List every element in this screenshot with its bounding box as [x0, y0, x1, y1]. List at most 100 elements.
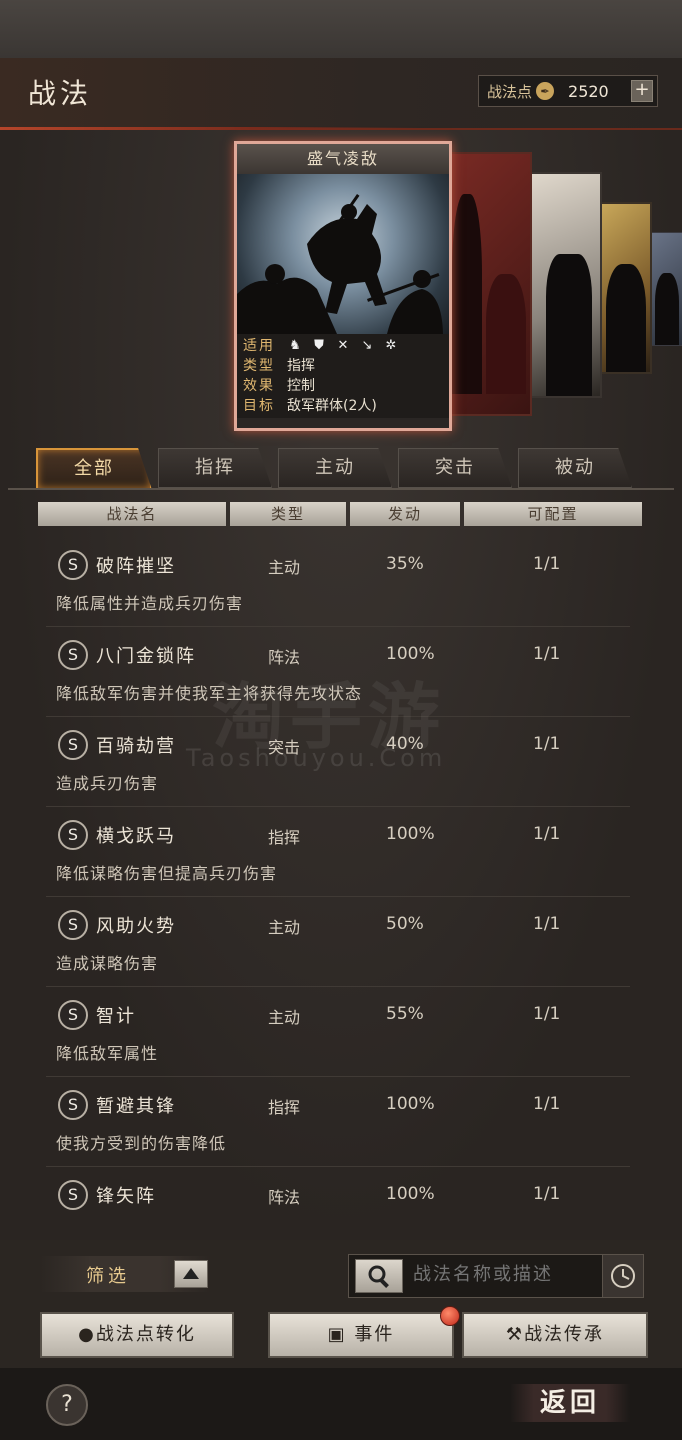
skill-card-5[interactable]	[650, 232, 682, 346]
skill-config: 1/1	[533, 1184, 561, 1204]
grade-badge: S	[58, 820, 88, 850]
help-button[interactable]: ?	[46, 1384, 88, 1426]
card-key: 目标	[243, 398, 275, 414]
grade-badge: S	[58, 1000, 88, 1030]
tab-command[interactable]: 指挥	[158, 448, 272, 488]
list-item[interactable]: S 暂避其锋 指挥 100% 1/1 使我方受到的伤害降低	[46, 1078, 630, 1167]
skill-trigger: 55%	[386, 1004, 424, 1024]
tab-passive[interactable]: 被动	[518, 448, 632, 488]
top-decor-band	[0, 0, 682, 58]
skill-name: 八门金锁阵	[96, 646, 196, 667]
list-item[interactable]: S 锋矢阵 阵法 100% 1/1	[46, 1168, 630, 1226]
add-points-button[interactable]: +	[631, 80, 653, 102]
card-value: 指挥	[287, 358, 315, 374]
grade-badge: S	[58, 1090, 88, 1120]
list-item[interactable]: S 智计 主动 55% 1/1 降低敌军属性	[46, 988, 630, 1077]
tab-active[interactable]: 主动	[278, 448, 392, 488]
card-key: 类型	[243, 358, 275, 374]
column-header-type[interactable]: 类型	[230, 502, 346, 526]
back-button[interactable]: 返回	[510, 1384, 630, 1422]
skill-config: 1/1	[533, 734, 561, 754]
skill-name: 风助火势	[96, 916, 176, 937]
skill-type: 主动	[268, 558, 301, 577]
search-input[interactable]	[411, 1263, 595, 1286]
skill-desc: 降低属性并造成兵刃伤害	[56, 594, 244, 613]
skill-type: 指挥	[268, 1098, 301, 1117]
filter-label: 筛选	[86, 1266, 130, 1287]
category-tabs: 全部 指挥 主动 突击 被动	[36, 448, 632, 490]
column-header-trigger[interactable]: 发动	[350, 502, 460, 526]
skill-config: 1/1	[533, 824, 561, 844]
card-row-type: 类型 指挥	[243, 356, 443, 376]
inherit-button[interactable]: ⚒战法传承	[462, 1312, 648, 1358]
card-artwork	[237, 174, 449, 334]
skill-desc: 使我方受到的伤害降低	[56, 1134, 227, 1153]
card-info: 适用 ♞ ⛊ ✕ ↘ ✲ 类型 指挥 效果 控制 目标 敌军群体(2人)	[237, 334, 449, 418]
skill-type: 阵法	[268, 1188, 301, 1207]
skill-desc: 造成谋略伤害	[56, 954, 159, 973]
list-item[interactable]: S 破阵摧坚 主动 35% 1/1 降低属性并造成兵刃伤害	[46, 538, 630, 627]
convert-label: 战法点转化	[95, 1324, 196, 1345]
grade-badge: S	[58, 910, 88, 940]
skill-card-3[interactable]	[528, 172, 602, 398]
clock-icon	[611, 1264, 635, 1288]
feather-coin-icon: ✒	[536, 82, 555, 100]
applicable-unit-icons: ♞ ⛊ ✕ ↘ ✲	[287, 336, 399, 356]
tab-assault[interactable]: 突击	[398, 448, 512, 488]
card-key: 效果	[243, 378, 275, 394]
bow-icon: ✕	[337, 338, 349, 353]
drop-icon: ●	[78, 1324, 96, 1345]
skill-desc: 降低敌军属性	[56, 1044, 159, 1063]
grade-badge: S	[58, 730, 88, 760]
hammer-icon: ⚒	[505, 1324, 525, 1345]
convert-points-button[interactable]: ●战法点转化	[40, 1312, 234, 1358]
skill-desc: 降低谋略伤害但提高兵刃伤害	[56, 864, 278, 883]
alert-icon: ▣	[327, 1324, 355, 1345]
skill-points-panel: 战法点 ✒ 2520 +	[478, 75, 658, 107]
skill-name: 横戈跃马	[96, 826, 176, 847]
card-skill-name: 盛气凌敌	[237, 144, 449, 174]
skill-name: 破阵摧坚	[96, 556, 176, 577]
skill-points-label: 战法点	[487, 82, 533, 101]
history-clock-icon[interactable]	[602, 1255, 643, 1297]
search-icon[interactable]	[355, 1259, 403, 1293]
skill-trigger: 100%	[386, 824, 435, 844]
skill-trigger: 50%	[386, 914, 424, 934]
skill-type: 主动	[268, 1008, 301, 1027]
wheel-icon: ✲	[385, 338, 397, 353]
tab-all[interactable]: 全部	[36, 448, 152, 490]
skill-config: 1/1	[533, 554, 561, 574]
column-header-config[interactable]: 可配置	[464, 502, 642, 526]
magnifier-icon	[368, 1265, 389, 1288]
card-row-applicable: 适用 ♞ ⛊ ✕ ↘ ✲	[243, 336, 443, 356]
skill-list: S 破阵摧坚 主动 35% 1/1 降低属性并造成兵刃伤害 S 八门金锁阵 阵法…	[0, 538, 682, 1226]
skill-config: 1/1	[533, 1004, 561, 1024]
skill-trigger: 35%	[386, 554, 424, 574]
filter-control[interactable]: 筛选	[40, 1256, 210, 1292]
skill-config: 1/1	[533, 1094, 561, 1114]
column-header-name[interactable]: 战法名	[38, 502, 226, 526]
shield-icon: ⛊	[314, 338, 324, 353]
card-row-target: 目标 敌军群体(2人)	[243, 396, 443, 416]
list-item[interactable]: S 横戈跃马 指挥 100% 1/1 降低谋略伤害但提高兵刃伤害	[46, 808, 630, 897]
skill-trigger: 100%	[386, 1094, 435, 1114]
tab-divider	[8, 488, 674, 490]
skill-desc: 造成兵刃伤害	[56, 774, 159, 793]
skill-points-value: 2520	[568, 81, 609, 101]
card-row-effect: 效果 控制	[243, 376, 443, 396]
page-title: 战法	[28, 77, 93, 110]
skill-type: 指挥	[268, 828, 301, 847]
list-item[interactable]: S 风助火势 主动 50% 1/1 造成谋略伤害	[46, 898, 630, 987]
skill-config: 1/1	[533, 914, 561, 934]
events-button[interactable]: ▣ 事件	[268, 1312, 454, 1358]
notification-dot	[440, 1306, 460, 1326]
skill-name: 暂避其锋	[96, 1096, 176, 1117]
skill-card-2[interactable]	[440, 152, 532, 416]
skill-trigger: 100%	[386, 1184, 435, 1204]
skill-card-4[interactable]	[598, 202, 652, 374]
filter-toggle-up-icon[interactable]	[174, 1260, 208, 1288]
card-key: 适用	[243, 338, 275, 354]
selected-skill-card[interactable]: 盛气凌敌 适用 ♞ ⛊ ✕ ↘ ✲ 类型 指挥 效果 控制 目标 敌军群体(2人…	[234, 141, 452, 431]
skill-name: 百骑劫营	[96, 736, 176, 757]
inherit-label: 战法传承	[524, 1324, 605, 1345]
